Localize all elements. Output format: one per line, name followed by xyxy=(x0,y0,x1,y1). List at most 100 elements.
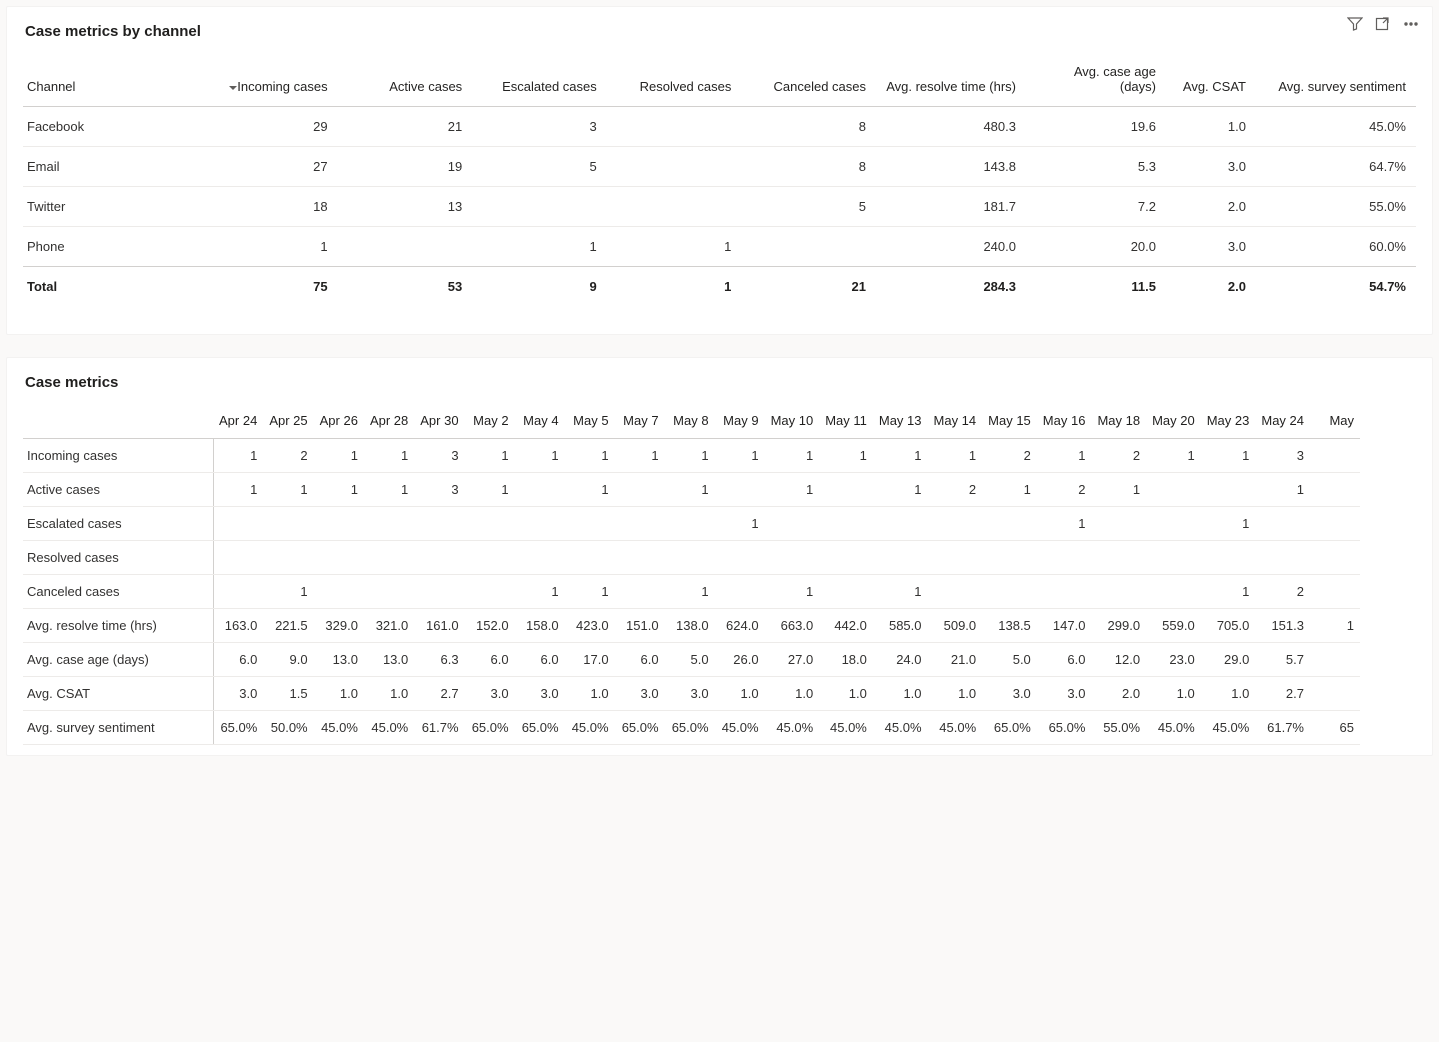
total-cell: 54.7% xyxy=(1256,267,1416,307)
table-row[interactable]: Twitter18135181.77.22.055.0% xyxy=(23,187,1416,227)
matrix-row[interactable]: Avg. survey sentiment65.0%50.0%45.0%45.0… xyxy=(23,711,1360,745)
date-column-header[interactable]: May 23 xyxy=(1201,405,1256,439)
date-column-header[interactable]: Apr 28 xyxy=(364,405,414,439)
table-row[interactable]: Facebook292138480.319.61.045.0% xyxy=(23,107,1416,147)
matrix-row[interactable]: Canceled cases11111112 xyxy=(23,575,1360,609)
matrix-cell: 1.0 xyxy=(364,677,414,711)
date-column-header[interactable]: May 14 xyxy=(928,405,983,439)
matrix-cell: 3.0 xyxy=(665,677,715,711)
date-column-header[interactable]: May 4 xyxy=(515,405,565,439)
matrix-cell xyxy=(1091,507,1146,541)
case-metrics-matrix: Apr 24Apr 25Apr 26Apr 28Apr 30May 2May 4… xyxy=(23,405,1360,745)
matrix-row[interactable]: Avg. case age (days)6.09.013.013.06.36.0… xyxy=(23,643,1360,677)
date-column-header[interactable]: May 8 xyxy=(665,405,715,439)
col-canceled[interactable]: Canceled cases xyxy=(741,54,876,107)
value-cell: 480.3 xyxy=(876,107,1026,147)
date-column-header[interactable]: May 11 xyxy=(819,405,873,439)
value-cell: 8 xyxy=(741,147,876,187)
table-row[interactable]: Phone111240.020.03.060.0% xyxy=(23,227,1416,267)
matrix-cell: 45.0% xyxy=(1201,711,1256,745)
matrix-cell: 3.0 xyxy=(982,677,1037,711)
more-options-icon[interactable] xyxy=(1402,15,1420,33)
matrix-row[interactable]: Active cases111131111121211 xyxy=(23,473,1360,507)
matrix-cell: 65.0% xyxy=(465,711,515,745)
matrix-row[interactable]: Incoming cases121131111111111212113 xyxy=(23,439,1360,473)
matrix-cell: 1 xyxy=(263,575,313,609)
matrix-cell: 1 xyxy=(819,439,873,473)
matrix-cell: 45.0% xyxy=(314,711,364,745)
matrix-cell: 1.0 xyxy=(928,677,983,711)
col-avg-resolve[interactable]: Avg. resolve time (hrs) xyxy=(876,54,1026,107)
date-column-header[interactable]: May 15 xyxy=(982,405,1037,439)
metric-label: Canceled cases xyxy=(23,575,213,609)
matrix-row[interactable]: Resolved cases xyxy=(23,541,1360,575)
matrix-cell: 1 xyxy=(1201,507,1256,541)
matrix-cell: 6.0 xyxy=(213,643,263,677)
matrix-cell xyxy=(465,541,515,575)
matrix-row[interactable]: Escalated cases111 xyxy=(23,507,1360,541)
matrix-cell: 1 xyxy=(565,439,615,473)
col-channel[interactable]: Channel xyxy=(23,54,203,107)
matrix-cell: 1.0 xyxy=(565,677,615,711)
date-column-header[interactable]: May 10 xyxy=(765,405,820,439)
value-cell: 5 xyxy=(741,187,876,227)
matrix-cell xyxy=(314,541,364,575)
date-column-header[interactable]: May 5 xyxy=(565,405,615,439)
value-cell: 240.0 xyxy=(876,227,1026,267)
date-column-header[interactable]: May 20 xyxy=(1146,405,1201,439)
matrix-cell: 18.0 xyxy=(819,643,873,677)
matrix-cell: 45.0% xyxy=(819,711,873,745)
matrix-cell xyxy=(515,473,565,507)
col-avg-age[interactable]: Avg. case age (days) xyxy=(1026,54,1166,107)
date-column-header[interactable]: Apr 24 xyxy=(213,405,263,439)
matrix-cell: 1 xyxy=(873,575,928,609)
matrix-cell xyxy=(565,507,615,541)
matrix-cell xyxy=(819,473,873,507)
col-escalated[interactable]: Escalated cases xyxy=(472,54,607,107)
matrix-cell: 65.0% xyxy=(615,711,665,745)
matrix-row[interactable]: Avg. resolve time (hrs)163.0221.5329.032… xyxy=(23,609,1360,643)
matrix-cell: 1 xyxy=(715,439,765,473)
matrix-cell: 45.0% xyxy=(765,711,820,745)
col-sentiment[interactable]: Avg. survey sentiment xyxy=(1256,54,1416,107)
date-column-header[interactable]: May 24 xyxy=(1255,405,1310,439)
date-column-header[interactable]: May 7 xyxy=(615,405,665,439)
table-row[interactable]: Email271958143.85.33.064.7% xyxy=(23,147,1416,187)
matrix-cell: 2.0 xyxy=(1091,677,1146,711)
matrix-cell: 21.0 xyxy=(928,643,983,677)
matrix-row[interactable]: Avg. CSAT3.01.51.01.02.73.03.01.03.03.01… xyxy=(23,677,1360,711)
matrix-cell: 45.0% xyxy=(715,711,765,745)
matrix-cell xyxy=(314,507,364,541)
date-column-header[interactable]: May 9 xyxy=(715,405,765,439)
col-incoming[interactable]: Incoming cases xyxy=(203,54,338,107)
matrix-cell xyxy=(314,575,364,609)
matrix-cell: 1.0 xyxy=(715,677,765,711)
matrix-cell: 1 xyxy=(1037,439,1092,473)
focus-mode-icon[interactable] xyxy=(1374,15,1392,33)
matrix-cell xyxy=(1146,507,1201,541)
matrix-cell: 161.0 xyxy=(414,609,464,643)
date-column-header[interactable]: May 2 xyxy=(465,405,515,439)
date-column-header[interactable]: May 13 xyxy=(873,405,928,439)
matrix-cell: 152.0 xyxy=(465,609,515,643)
date-column-header[interactable]: May 18 xyxy=(1091,405,1146,439)
matrix-cell: 1 xyxy=(515,575,565,609)
date-column-header[interactable]: Apr 30 xyxy=(414,405,464,439)
matrix-header-row: Apr 24Apr 25Apr 26Apr 28Apr 30May 2May 4… xyxy=(23,405,1360,439)
matrix-cell: 442.0 xyxy=(819,609,873,643)
filter-icon[interactable] xyxy=(1346,15,1364,33)
matrix-cell xyxy=(615,575,665,609)
matrix-cell xyxy=(414,541,464,575)
date-column-header[interactable]: May xyxy=(1310,405,1360,439)
col-resolved[interactable]: Resolved cases xyxy=(607,54,742,107)
date-column-header[interactable]: May 16 xyxy=(1037,405,1092,439)
date-column-header[interactable]: Apr 25 xyxy=(263,405,313,439)
col-csat[interactable]: Avg. CSAT xyxy=(1166,54,1256,107)
value-cell: 181.7 xyxy=(876,187,1026,227)
value-cell: 3.0 xyxy=(1166,147,1256,187)
date-column-header[interactable]: Apr 26 xyxy=(314,405,364,439)
matrix-cell: 1 xyxy=(873,473,928,507)
matrix-cell xyxy=(1310,643,1360,677)
col-active[interactable]: Active cases xyxy=(338,54,473,107)
matrix-cell: 12.0 xyxy=(1091,643,1146,677)
